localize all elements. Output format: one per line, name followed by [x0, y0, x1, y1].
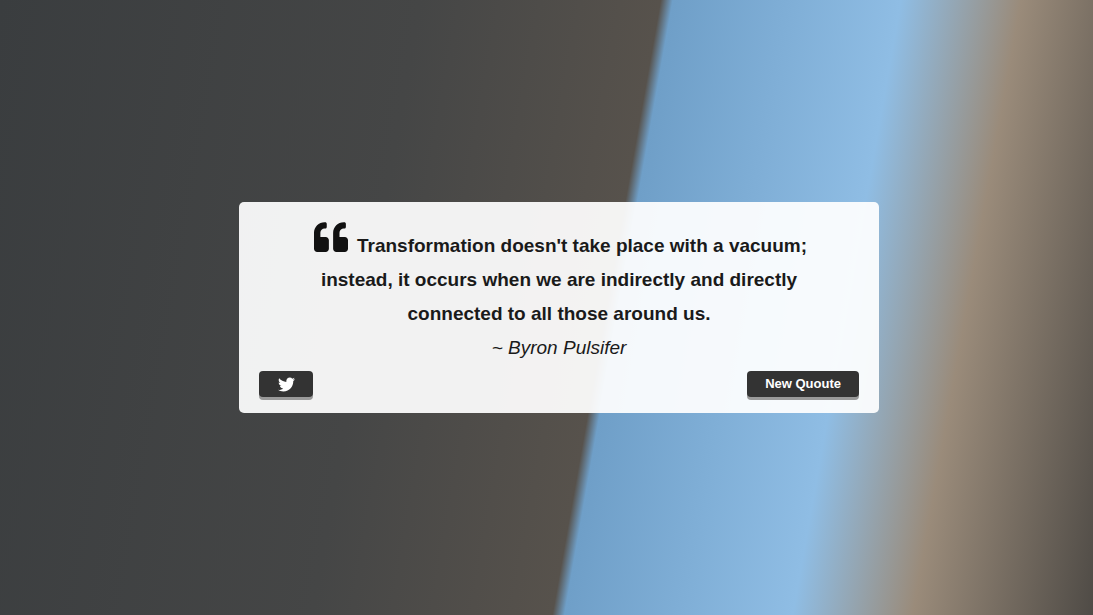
quote-author: ~ Byron Pulsifer [259, 331, 859, 365]
quote-card: Transformation doesn't take place with a… [239, 202, 879, 413]
quote-text: Transformation doesn't take place with a… [259, 220, 859, 331]
twitter-icon [278, 376, 295, 393]
new-quote-button[interactable]: New Quoute [747, 371, 859, 397]
card-actions: New Quoute [259, 371, 859, 397]
quote-page: Transformation doesn't take place with a… [0, 0, 1093, 615]
tweet-button[interactable] [259, 371, 313, 397]
quote-mark-icon [311, 220, 351, 254]
